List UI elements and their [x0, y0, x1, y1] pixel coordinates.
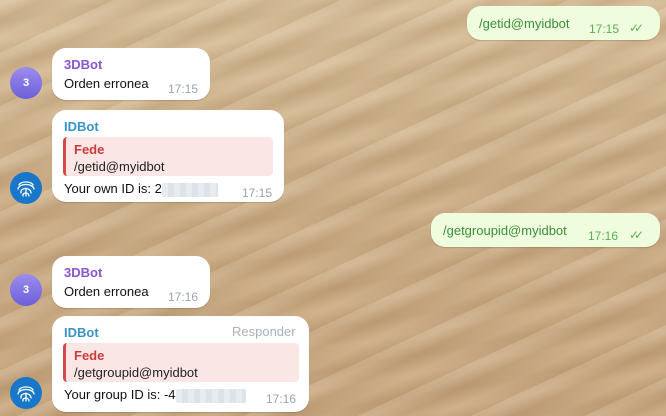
sender-name[interactable]: IDBot	[64, 119, 99, 135]
message-text: /getgroupid@myidbot	[443, 223, 567, 238]
fingerprint-icon	[17, 181, 35, 197]
incoming-message[interactable]: 3DBot Orden erronea 17:15	[52, 48, 210, 100]
avatar[interactable]: 3	[10, 274, 42, 306]
double-check-icon: ✓✓	[629, 228, 644, 242]
message-text: Your own ID is: 2	[64, 180, 218, 197]
reply-action[interactable]: Responder	[232, 324, 296, 339]
reply-author: Fede	[74, 348, 105, 363]
fingerprint-icon	[17, 386, 35, 402]
message-time: 17:16	[266, 392, 297, 406]
reply-quote[interactable]: Fede /getgroupid@myidbot	[63, 343, 299, 382]
reply-quote[interactable]: Fede /getid@myidbot	[63, 137, 273, 176]
reply-author: Fede	[74, 142, 105, 157]
double-check-icon: ✓✓	[629, 21, 644, 35]
message-text: Orden erronea	[64, 284, 149, 299]
incoming-message[interactable]: IDBot Responder Fede /getgroupid@myidbot…	[52, 316, 309, 412]
message-time: 17:16	[588, 229, 619, 243]
avatar[interactable]	[10, 172, 42, 204]
redacted-id	[161, 182, 218, 197]
message-time: 17:15	[242, 186, 273, 200]
incoming-message[interactable]: IDBot Fede /getid@myidbot Your own ID is…	[52, 110, 284, 202]
redacted-id	[175, 388, 246, 403]
message-text: Your group ID is: -4	[64, 386, 246, 403]
sender-name[interactable]: IDBot	[64, 325, 99, 341]
message-time: 17:15	[168, 82, 199, 96]
outgoing-message[interactable]: /getgroupid@myidbot 17:16 ✓✓	[431, 213, 660, 247]
sender-name[interactable]: 3DBot	[64, 57, 102, 73]
outgoing-message[interactable]: /getid@myidbot 17:15 ✓✓	[467, 6, 660, 40]
reply-text: /getid@myidbot	[74, 159, 165, 174]
sender-name[interactable]: 3DBot	[64, 265, 102, 281]
incoming-message[interactable]: 3DBot Orden erronea 17:16	[52, 256, 210, 308]
message-time: 17:15	[589, 22, 620, 36]
message-text: /getid@myidbot	[479, 16, 570, 31]
message-text: Orden erronea	[64, 76, 149, 91]
avatar[interactable]	[10, 377, 42, 409]
message-time: 17:16	[168, 290, 199, 304]
reply-text: /getgroupid@myidbot	[74, 365, 198, 380]
avatar[interactable]: 3	[10, 67, 42, 99]
